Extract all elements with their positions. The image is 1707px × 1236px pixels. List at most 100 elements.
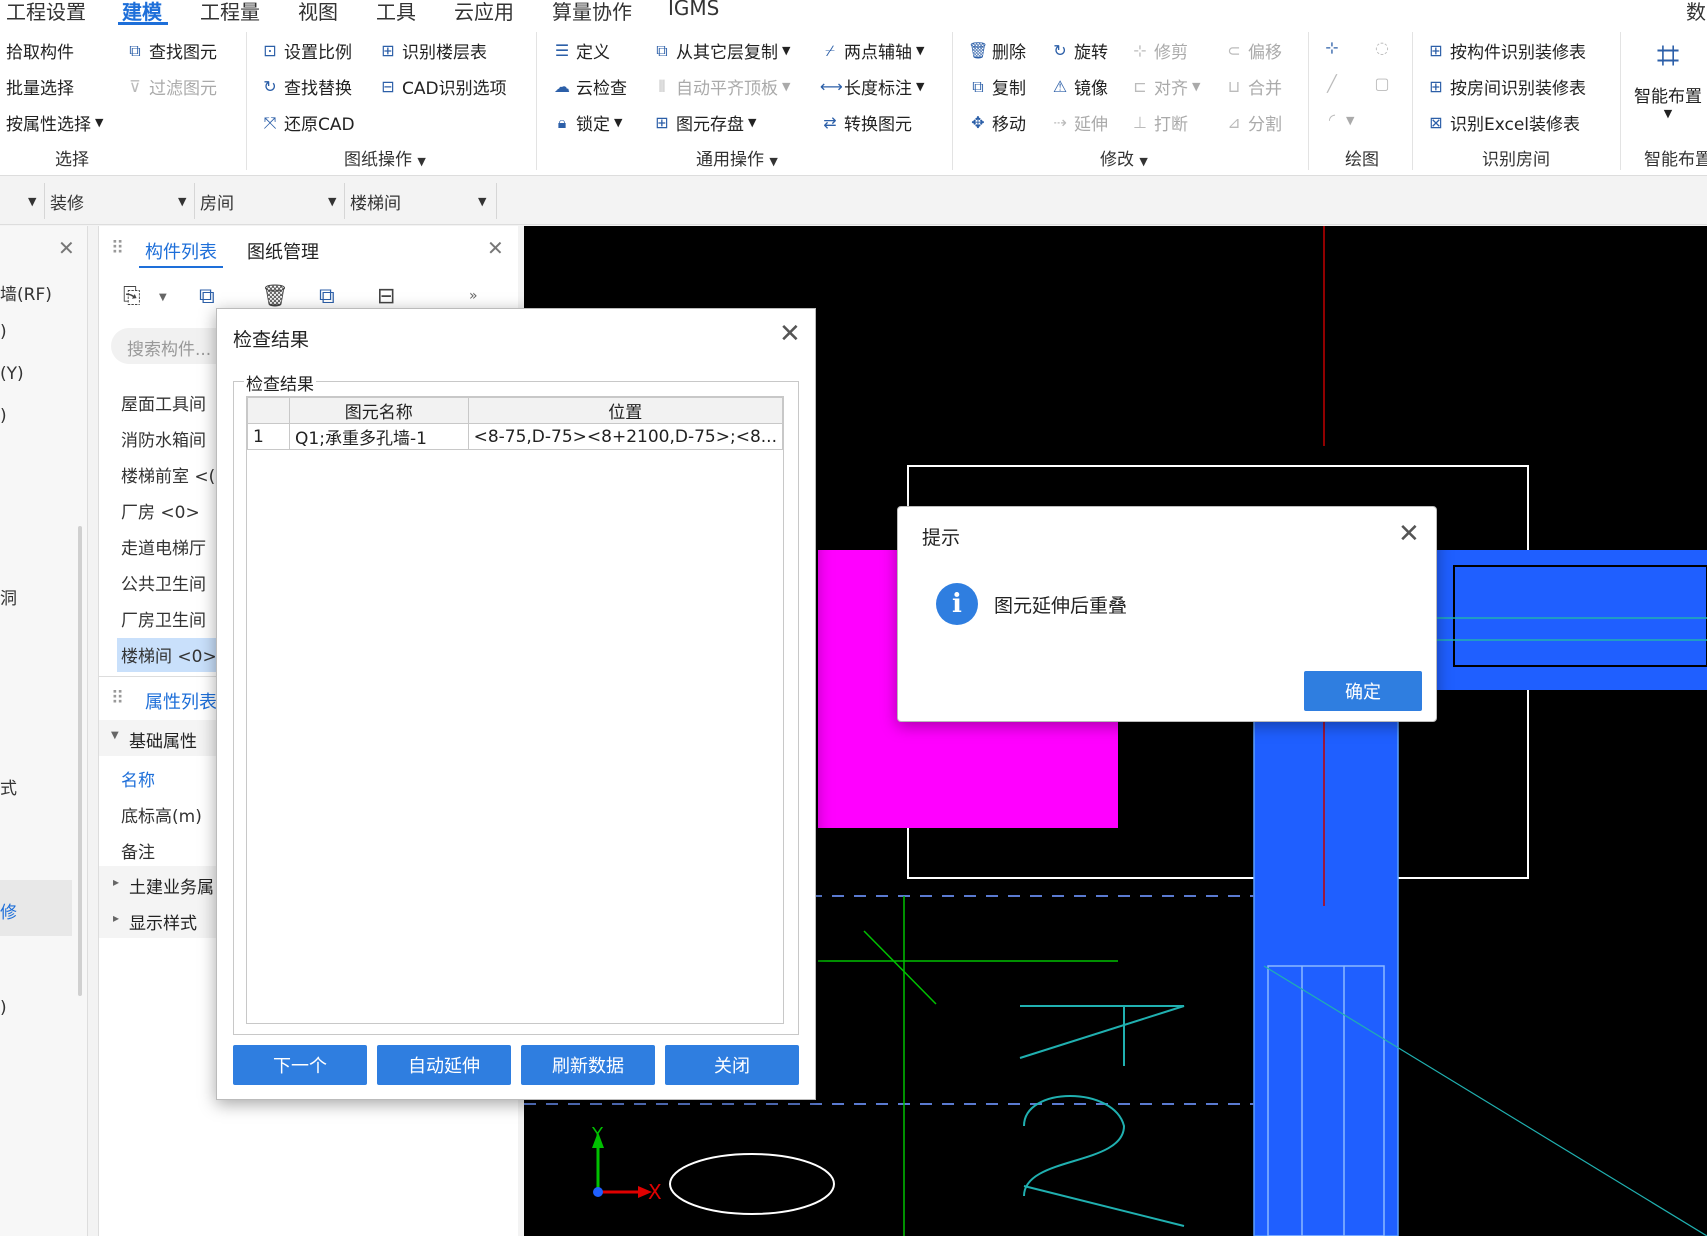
move-button[interactable]: ✥ 移动 [968, 110, 1026, 136]
nav-item[interactable]: 洞 [0, 584, 17, 609]
draw-point-button[interactable]: ⊹ [1322, 38, 1342, 58]
identify-by-component-button[interactable]: ⊞ 按构件识别装修表 [1426, 38, 1586, 64]
group-divider [1412, 32, 1413, 170]
ok-button[interactable]: 确定 [1304, 671, 1422, 711]
close-icon[interactable]: ✕ [1398, 521, 1420, 547]
close-icon[interactable]: ✕ [487, 236, 504, 260]
define-button[interactable]: ☰ 定义 [552, 38, 610, 64]
menu-project-settings[interactable]: 工程设置 [6, 0, 86, 25]
close-icon[interactable]: ✕ [779, 321, 801, 347]
draw-arc-button[interactable]: ◜ ▼ [1322, 110, 1355, 130]
save-element-button[interactable]: ⊞ 图元存盘 ▼ [652, 110, 756, 136]
draw-rect-button[interactable]: ▢ [1372, 74, 1392, 94]
dropdown-arrow-icon[interactable]: ▼ [28, 195, 36, 208]
auto-flush-button[interactable]: ⫴ 自动平齐顶板 ▼ [652, 74, 791, 100]
rotate-button[interactable]: ↻ 旋转 [1050, 38, 1108, 64]
draw-line-button[interactable]: ╱ [1322, 74, 1342, 94]
copy-from-layer-button[interactable]: ⧉ 从其它层复制 ▼ [652, 38, 790, 64]
cloud-check-button[interactable]: ☁ 云检查 [552, 74, 627, 100]
align-button[interactable]: ⊏ 对齐 ▼ [1130, 74, 1200, 100]
component-list-item[interactable]: 屋面工具间 [121, 390, 206, 415]
nav-item[interactable]: 式 [0, 774, 17, 799]
component-list-item[interactable]: 公共卫生间 [121, 570, 206, 595]
menu-igms[interactable]: IGMS [668, 0, 719, 20]
component-list-item[interactable]: 走道电梯厅 [121, 534, 206, 559]
dropdown-arrow-icon[interactable]: ▼ [159, 292, 167, 303]
filter-component-select[interactable]: 楼梯间 [350, 189, 401, 214]
length-dim-button[interactable]: ⟷ 长度标注 ▼ [820, 74, 924, 100]
identify-floor-table-button[interactable]: ⊞ 识别楼层表 [378, 38, 487, 64]
merge-button[interactable]: ⊔ 合并 [1224, 74, 1282, 100]
menu-right-truncated[interactable]: 数 [1686, 0, 1706, 25]
layer-copy-icon[interactable]: ⧉ [319, 284, 335, 309]
auto-extend-button[interactable]: 自动延伸 [377, 1045, 511, 1085]
component-list-item-selected[interactable]: 楼梯间 <0> [121, 642, 217, 667]
filter-category-select[interactable]: 装修 [50, 189, 84, 214]
new-component-icon[interactable]: ⎘ [123, 284, 141, 309]
filter-element-button[interactable]: ⊽ 过滤图元 [125, 74, 217, 100]
dropdown-arrow-icon: ▼ [95, 116, 104, 129]
set-scale-button[interactable]: ⊡ 设置比例 [260, 38, 352, 64]
table-row[interactable]: 1 Q1;承重多孔墙-1 <8-75,D-75><8+2100,D-75>;<8… [247, 423, 783, 450]
menu-collab[interactable]: 算量协作 [552, 0, 632, 25]
property-row-note[interactable]: 备注 [121, 838, 155, 863]
extend-button[interactable]: ⇢ 延伸 [1050, 110, 1108, 136]
nav-item[interactable]: 墙(RF) [0, 280, 52, 305]
property-row-name[interactable]: 名称 [121, 766, 155, 791]
offset-button[interactable]: ⊂ 偏移 [1224, 38, 1282, 64]
close-button[interactable]: 关闭 [665, 1045, 799, 1085]
export-icon[interactable]: ⊟ [377, 284, 395, 309]
draw-circle-button[interactable]: ◌ [1372, 38, 1392, 58]
menu-view[interactable]: 视图 [298, 0, 338, 25]
restore-cad-button[interactable]: ⤧ 还原CAD [260, 110, 355, 136]
group-divider [536, 32, 537, 170]
convert-element-button[interactable]: ⇄ 转换图元 [820, 110, 912, 136]
two-point-axis-button[interactable]: ⌿ 两点辅轴 ▼ [820, 38, 924, 64]
nav-item[interactable]: ) [0, 322, 7, 342]
split-button[interactable]: ⊿ 分割 [1224, 110, 1282, 136]
nav-item[interactable]: (Y) [0, 364, 24, 384]
lock-button[interactable]: 🔒︎ 锁定 ▼ [552, 110, 623, 136]
pick-component-button[interactable]: 拾取构件 [6, 38, 74, 63]
mirror-button[interactable]: ⚠︎ 镜像 [1050, 74, 1108, 100]
more-icon[interactable]: » [469, 288, 478, 304]
batch-select-button[interactable]: 批量选择 [6, 74, 74, 99]
menu-cloud[interactable]: 云应用 [454, 0, 514, 25]
delete-button[interactable]: 🗑︎ 删除 [968, 38, 1026, 64]
delete-component-icon[interactable]: 🗑︎ [261, 284, 289, 309]
next-button[interactable]: 下一个 [233, 1045, 367, 1085]
table-header-name[interactable]: 图元名称 [289, 397, 469, 424]
trim-button[interactable]: ⊹ 修剪 [1130, 38, 1188, 64]
select-by-attr-button[interactable]: 按属性选择 ▼ [6, 110, 103, 135]
refresh-data-button[interactable]: 刷新数据 [521, 1045, 655, 1085]
drag-handle-icon[interactable]: ⠿ [111, 238, 124, 259]
copy-button[interactable]: ⧉ 复制 [968, 74, 1026, 100]
filter-type-select[interactable]: 房间 [200, 189, 234, 214]
break-button[interactable]: ⊥ 打断 [1130, 110, 1188, 136]
table-header-position[interactable]: 位置 [467, 397, 783, 424]
property-panel-title[interactable]: 属性列表 [145, 688, 217, 714]
identify-excel-button[interactable]: ⊠ 识别Excel装修表 [1426, 110, 1580, 136]
smart-layout-button[interactable]: ⌗ 智能布置 ▼ [1630, 30, 1706, 130]
copy-component-icon[interactable]: ⧉ [199, 284, 215, 309]
drag-handle-icon[interactable]: ⠿ [111, 688, 124, 709]
cad-options-button[interactable]: ⊟ CAD识别选项 [378, 74, 506, 100]
component-list-item[interactable]: 楼梯前室 <( [121, 462, 215, 487]
scrollbar[interactable] [78, 526, 82, 996]
menu-bar: 工程设置 建模 工程量 视图 工具 云应用 算量协作 IGMS 数 [0, 0, 1707, 26]
nav-item-selected[interactable]: 修 [0, 898, 17, 923]
menu-quantity[interactable]: 工程量 [200, 0, 260, 25]
menu-tools[interactable]: 工具 [376, 0, 416, 25]
nav-item[interactable]: ) [0, 406, 7, 426]
tab-drawing-manage[interactable]: 图纸管理 [247, 238, 319, 264]
nav-item[interactable]: ) [0, 998, 7, 1018]
close-icon[interactable]: ✕ [58, 236, 75, 260]
identify-by-room-button[interactable]: ⊞ 按房间识别装修表 [1426, 74, 1586, 100]
find-element-button[interactable]: ⧉ 查找图元 [125, 38, 217, 64]
tab-component-list[interactable]: 构件列表 [145, 238, 217, 264]
property-row-elevation[interactable]: 底标高(m) [121, 802, 202, 827]
component-list-item[interactable]: 厂房 <0> [121, 498, 200, 523]
component-list-item[interactable]: 消防水箱间 [121, 426, 206, 451]
find-replace-button[interactable]: ↻ 查找替换 [260, 74, 352, 100]
component-list-item[interactable]: 厂房卫生间 [121, 606, 206, 631]
